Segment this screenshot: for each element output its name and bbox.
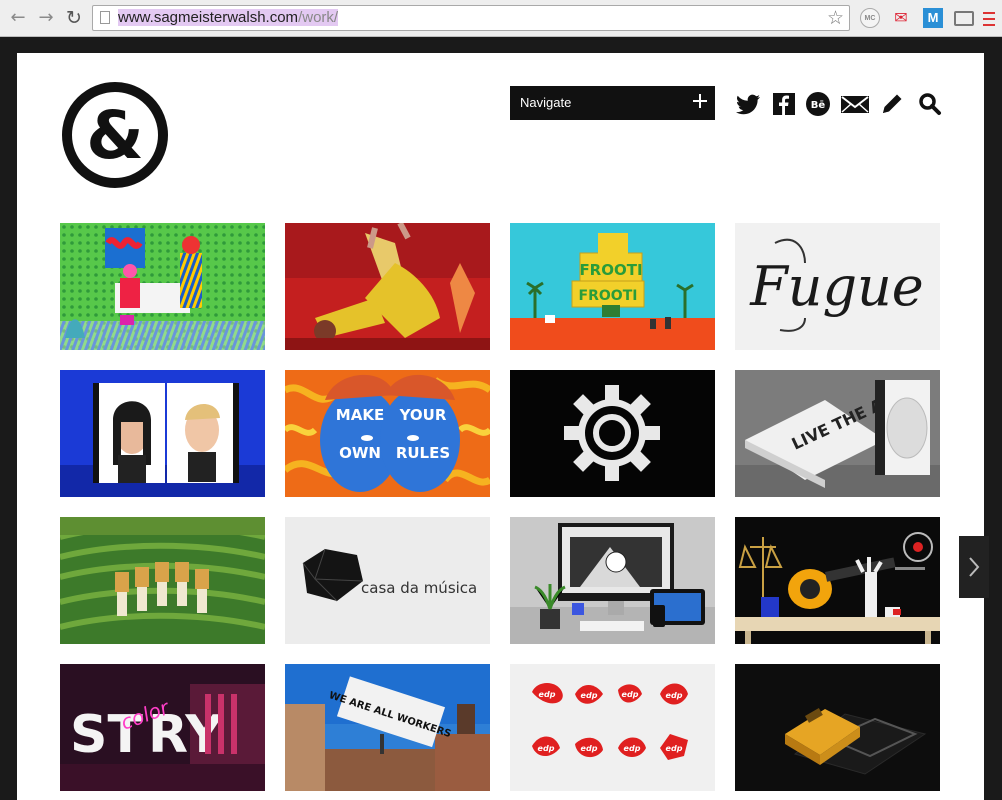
address-bar[interactable]: www.sagmeisterwalsh.com/work/ ☆ <box>92 5 850 31</box>
40-days-of-dating-tile[interactable] <box>60 370 265 497</box>
pop-art-room-tile[interactable] <box>60 223 265 350</box>
extension-m-icon[interactable]: M <box>923 8 943 28</box>
chevron-right-icon <box>969 557 980 577</box>
fugue-script: Fugue <box>749 255 924 318</box>
browser-toolbar: ← → ↻ www.sagmeisterwalsh.com/work/ ☆ MC… <box>0 0 1002 37</box>
svg-text:&: & <box>86 97 144 174</box>
plus-icon <box>693 94 707 108</box>
svg-text:edp: edp <box>539 690 556 699</box>
svg-text:edp: edp <box>666 744 683 753</box>
bookmark-star-icon[interactable]: ☆ <box>827 7 844 29</box>
casa-da-musica-label: casa da música <box>361 579 477 597</box>
ampersand-logo[interactable]: & <box>60 80 170 190</box>
gear-logo-tile[interactable] <box>510 370 715 497</box>
mousetrap-tile[interactable] <box>735 664 940 791</box>
svg-text:RULES: RULES <box>396 444 450 462</box>
url-domain: www.sagmeisterwalsh.com <box>118 9 299 26</box>
twitter-icon[interactable] <box>736 91 762 117</box>
edp-logos-tile[interactable]: edp edp edp edp edp edp edp edp <box>510 664 715 791</box>
next-page-button[interactable] <box>959 536 989 598</box>
svg-text:edp: edp <box>624 744 641 753</box>
page-content: & Navigate Bē FROOTI FROOTI Fugue MAKE Y… <box>17 53 984 800</box>
gmail-icon[interactable]: ✉ <box>891 8 911 28</box>
back-icon[interactable]: ← <box>8 8 28 28</box>
reload-icon[interactable]: ↻ <box>64 8 84 28</box>
svg-text:YOUR: YOUR <box>399 406 447 424</box>
page-icon <box>100 11 110 24</box>
url-text[interactable]: www.sagmeisterwalsh.com/work/ <box>118 9 339 27</box>
frooti-label-top: FROOTI <box>579 261 642 279</box>
svg-text:edp: edp <box>538 744 555 753</box>
svg-text:OWN: OWN <box>339 444 381 462</box>
frooti-tile[interactable]: FROOTI FROOTI <box>510 223 715 350</box>
facebook-icon[interactable] <box>773 93 795 115</box>
navigate-label: Navigate <box>520 95 572 110</box>
svg-text:edp: edp <box>622 690 639 699</box>
extension-mc-icon[interactable]: MC <box>860 8 880 28</box>
browser-menu-icon[interactable] <box>983 8 995 28</box>
search-icon[interactable] <box>917 91 943 117</box>
svg-text:MAKE: MAKE <box>336 406 384 424</box>
svg-text:FROOTI: FROOTI <box>579 288 638 304</box>
make-your-own-rules-tile[interactable]: MAKE YOUR OWN RULES <box>285 370 490 497</box>
we-are-all-workers-tile[interactable]: WE ARE ALL WORKERS <box>285 664 490 791</box>
svg-text:edp: edp <box>581 691 598 700</box>
url-path: /work/ <box>298 9 339 26</box>
story-neon-tile[interactable]: ST RY color <box>60 664 265 791</box>
website-devices-tile[interactable] <box>510 517 715 644</box>
svg-text:Bē: Bē <box>811 100 826 111</box>
fugue-tile[interactable]: Fugue <box>735 223 940 350</box>
cast-icon[interactable] <box>954 11 974 26</box>
email-icon[interactable] <box>840 91 870 117</box>
pencil-icon[interactable] <box>879 91 905 117</box>
live-the-art-tile[interactable]: LIVE THE ART <box>735 370 940 497</box>
leaf-blower-still-life-tile[interactable] <box>735 517 940 644</box>
navigate-button[interactable]: Navigate <box>510 86 715 120</box>
casa-da-musica-tile[interactable]: casa da música <box>285 517 490 644</box>
woman-yellow-dress-tile[interactable] <box>285 223 490 350</box>
svg-text:edp: edp <box>666 691 683 700</box>
behance-icon[interactable]: Bē <box>806 92 830 116</box>
svg-text:edp: edp <box>581 744 598 753</box>
forward-icon[interactable]: → <box>36 8 56 28</box>
rice-terrace-tile[interactable] <box>60 517 265 644</box>
